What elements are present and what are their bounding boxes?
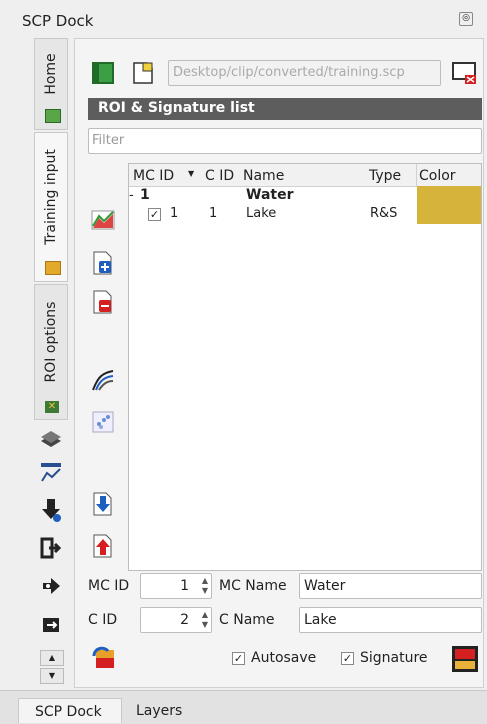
tab-training-input-label: Training input [43,149,59,245]
roi-section-header: ROI & Signature list [88,98,482,120]
training-file-path[interactable]: Desktop/clip/converted/training.scp [168,60,441,86]
export-icon[interactable] [88,532,118,560]
row-type: R&S [370,206,398,221]
roi-section-title: ROI & Signature list [98,100,255,116]
tab-layers[interactable]: Layers [122,698,198,723]
c-name-value: Lake [304,612,337,628]
arrow-right-icon[interactable] [36,572,66,600]
mc-id-spinbox[interactable]: 1 ▲ ▼ [140,573,212,599]
scatter-plot-icon[interactable] [88,408,118,436]
header-color[interactable]: Color [419,165,456,187]
row-checkbox[interactable]: ✓ [148,208,161,221]
enter-icon[interactable] [36,534,66,562]
spin-arrows-icon[interactable]: ▲ ▼ [202,610,208,630]
reset-icon[interactable] [88,642,120,674]
c-id-value: 2 [180,612,189,628]
show-signature-icon[interactable] [88,206,118,234]
mc-id-label: MC ID [88,578,130,594]
row-mc-id: 1 [170,206,179,221]
autosave-checkbox[interactable]: ✓ [232,652,245,665]
mc-id-value: 1 [180,578,189,594]
mc-name-value: Water [304,578,346,594]
training-icon [45,261,61,275]
group-mc-id: 1 [140,187,150,203]
scroll-down-icon[interactable]: ▼ [40,668,64,684]
spin-arrows-icon[interactable]: ▲ ▼ [202,576,208,596]
sort-down-icon: ▼ [188,169,195,178]
c-name-label: C Name [219,612,275,628]
filter-placeholder: Filter [92,133,125,148]
c-name-field[interactable]: Lake [299,607,482,633]
tab-scp-dock[interactable]: SCP Dock [18,698,122,723]
export-sidebar-icon[interactable] [36,610,66,638]
header-name[interactable]: Name [243,165,284,187]
tab-layers-label: Layers [136,703,183,719]
header-type[interactable]: Type [369,165,401,187]
tab-roi-options-label: ROI options [43,301,59,383]
tab-training-input[interactable]: Training input [34,132,68,282]
tab-home-label: Home [43,53,59,95]
roi-table[interactable] [128,163,482,571]
tab-scp-dock-label: SCP Dock [35,704,102,720]
c-id-spinbox[interactable]: 2 ▲ ▼ [140,607,212,633]
close-file-icon[interactable] [448,58,480,88]
open-file-icon[interactable] [128,58,158,88]
class-color-swatch[interactable] [417,186,481,224]
plot-icon[interactable] [36,458,66,486]
scroll-up-icon[interactable]: ▲ [40,650,64,666]
header-c-id[interactable]: C ID [205,165,234,187]
import-icon[interactable] [88,490,118,518]
row-name: Lake [246,206,277,221]
save-icon[interactable] [448,642,482,676]
spectral-plot-icon[interactable] [88,366,118,394]
download-icon[interactable] [36,496,66,524]
group-name: Water [246,187,294,203]
tools-icon: ✕ [45,401,59,413]
signature-label: Signature [360,650,428,666]
new-file-icon[interactable] [88,58,118,88]
tab-home[interactable]: Home [34,38,68,130]
group-expander[interactable]: - [129,188,134,203]
layers-icon[interactable] [36,424,66,452]
mc-name-field[interactable]: Water [299,573,482,599]
header-mc-id[interactable]: MC ID [133,165,174,187]
add-roi-icon[interactable] [88,249,118,277]
row-c-id: 1 [209,206,218,221]
tab-roi-options[interactable]: ROI options ✕ [34,284,68,420]
c-id-label: C ID [88,612,118,628]
remove-roi-icon[interactable] [88,288,118,316]
mc-name-label: MC Name [219,578,287,594]
header-divider [416,164,417,186]
autosave-label: Autosave [251,650,317,666]
filter-input[interactable]: Filter [88,128,482,154]
signature-checkbox[interactable]: ✓ [341,652,354,665]
dock-title: SCP Dock [22,12,94,30]
training-file-path-text: Desktop/clip/converted/training.scp [173,65,405,80]
home-icon [45,109,61,123]
close-float-icon[interactable]: ◎ [459,12,473,26]
